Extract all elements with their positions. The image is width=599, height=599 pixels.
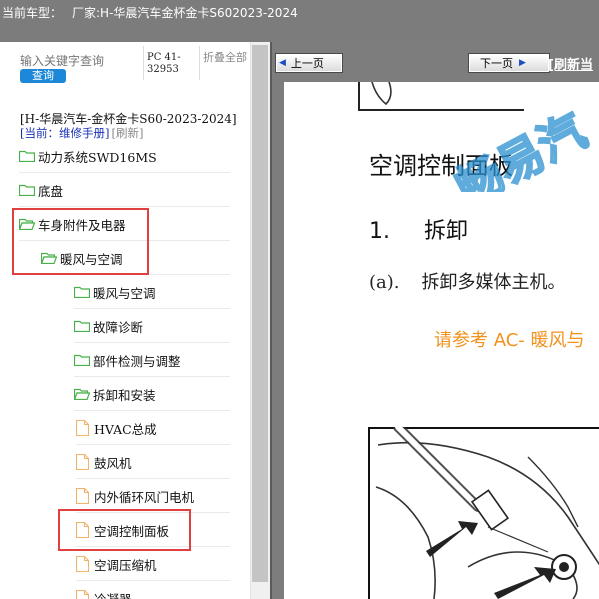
step-heading: 1. 拆卸 bbox=[369, 213, 468, 245]
current-manual-label: [当前：维修手册] bbox=[20, 126, 110, 140]
arrow-right-icon: ▶ bbox=[519, 58, 526, 68]
step-number: 1. bbox=[369, 219, 390, 244]
current-model-label: 当前车型： bbox=[2, 6, 63, 20]
file-icon bbox=[76, 488, 89, 504]
prev-page-button[interactable]: ◀ 上一页 bbox=[275, 53, 343, 73]
viewer-toolbar: ◀ 上一页 下一页 ▶ [刷新当 bbox=[272, 42, 599, 82]
tree-item-hvac-overview[interactable]: 暖风与空调 bbox=[74, 275, 230, 309]
tree-item-label: 动力系统SWD16MS bbox=[38, 149, 157, 165]
document-title: [H-华晨汽车-金杯金卡S60-2023-2024] bbox=[20, 112, 237, 126]
file-icon bbox=[76, 420, 89, 436]
folder-icon bbox=[19, 184, 35, 196]
tree-item-label: 鼓风机 bbox=[94, 455, 132, 471]
manual-page: 空调控制面板 1. 拆卸 (a). 拆卸多媒体主机。 请参考 AC- 暖风与 畅易汽 bbox=[284, 82, 599, 599]
tree-item-label: HVAC总成 bbox=[94, 421, 157, 437]
title-bar: 当前车型： 厂家:H-华晨汽车金杯金卡S602023-2024 bbox=[0, 0, 599, 42]
tree-item-label: 拆卸和安装 bbox=[93, 387, 156, 403]
folder-icon bbox=[19, 150, 35, 162]
folder-open-icon bbox=[41, 252, 57, 264]
tree-item-diagnosis[interactable]: 故障诊断 bbox=[74, 309, 230, 343]
vendor-label: 厂家:H-华晨汽车金杯金卡S602023-2024 bbox=[72, 6, 298, 20]
folder-icon bbox=[74, 320, 90, 332]
substep-label: 拆卸多媒体主机。 bbox=[421, 272, 566, 293]
tree-item-label: 冷凝器 bbox=[94, 591, 132, 599]
search-input[interactable] bbox=[20, 52, 138, 70]
file-icon bbox=[76, 556, 89, 572]
tree-item-label: 内外循环风门电机 bbox=[94, 489, 195, 505]
folder-open-icon bbox=[74, 388, 90, 400]
tree-item-ac-control-panel[interactable]: 空调控制面板 bbox=[76, 513, 230, 547]
toolbar-divider bbox=[199, 46, 200, 80]
file-icon bbox=[76, 522, 89, 538]
tree-item-label: 部件检测与调整 bbox=[93, 353, 181, 369]
top-illustration bbox=[358, 82, 524, 111]
tree-item-blower[interactable]: 鼓风机 bbox=[76, 445, 230, 479]
toolbar-divider bbox=[143, 46, 144, 80]
tree-item-label: 故障诊断 bbox=[93, 319, 144, 335]
tree-item-ac-compressor[interactable]: 空调压缩机 bbox=[76, 547, 230, 581]
tree-item-recirc-motor[interactable]: 内外循环风门电机 bbox=[76, 479, 230, 513]
substep-number: (a). bbox=[369, 272, 400, 293]
left-panel: 查询 PC 41-32953 折叠全部 [H-华晨汽车-金杯金卡S60-2023… bbox=[0, 42, 270, 599]
folder-icon bbox=[74, 354, 90, 366]
tree-item-condenser[interactable]: 冷凝器 bbox=[76, 581, 230, 599]
step-label: 拆卸 bbox=[424, 219, 469, 244]
reference-note: 请参考 AC- 暖风与 bbox=[434, 330, 585, 351]
tree-item-label: 暖风与空调 bbox=[60, 251, 123, 267]
file-icon bbox=[76, 590, 89, 599]
removal-illustration bbox=[368, 427, 599, 599]
search-button[interactable]: 查询 bbox=[20, 69, 66, 83]
tree-item-hvac-assembly[interactable]: HVAC总成 bbox=[76, 411, 230, 445]
refresh-page-link[interactable]: [刷新当 bbox=[548, 54, 593, 73]
next-page-label: 下一页 bbox=[480, 57, 513, 70]
tree-item-label: 空调控制面板 bbox=[94, 523, 170, 539]
document-viewer: ◀ 上一页 下一页 ▶ [刷新当 空调控制面板 1. 拆卸 (a). 拆卸多媒体主机。 … bbox=[270, 42, 599, 599]
tree-item-removal-install[interactable]: 拆卸和安装 bbox=[74, 377, 230, 411]
tree-item-chassis[interactable]: 底盘 bbox=[19, 173, 230, 207]
tree-item-hvac[interactable]: 暖风与空调 bbox=[41, 241, 230, 275]
tree-item-label: 车身附件及电器 bbox=[38, 217, 126, 233]
arrow-left-icon: ◀ bbox=[279, 58, 286, 68]
folder-icon bbox=[74, 286, 90, 298]
tree-scrollbar-thumb[interactable] bbox=[252, 45, 268, 582]
tree-item-label: 底盘 bbox=[38, 183, 64, 199]
folder-open-icon bbox=[19, 218, 35, 230]
substep-text: (a). 拆卸多媒体主机。 bbox=[369, 268, 566, 294]
section-title: 空调控制面板 bbox=[369, 152, 513, 180]
tree-item-powertrain[interactable]: 动力系统SWD16MS bbox=[19, 139, 230, 173]
tree-item-body-electrical[interactable]: 车身附件及电器 bbox=[19, 207, 230, 241]
tree-item-label: 空调压缩机 bbox=[94, 557, 157, 573]
refresh-tree-link[interactable]: [刷新] bbox=[111, 126, 143, 140]
tree-item-label: 暖风与空调 bbox=[93, 285, 156, 301]
pc-code: PC 41-32953 bbox=[147, 52, 181, 75]
collapse-all-link[interactable]: 折叠全部 bbox=[203, 52, 247, 64]
next-page-button[interactable]: 下一页 ▶ bbox=[468, 53, 550, 73]
file-icon bbox=[76, 454, 89, 470]
prev-page-label: 上一页 bbox=[290, 57, 324, 70]
tree-item-inspection[interactable]: 部件检测与调整 bbox=[74, 343, 230, 377]
